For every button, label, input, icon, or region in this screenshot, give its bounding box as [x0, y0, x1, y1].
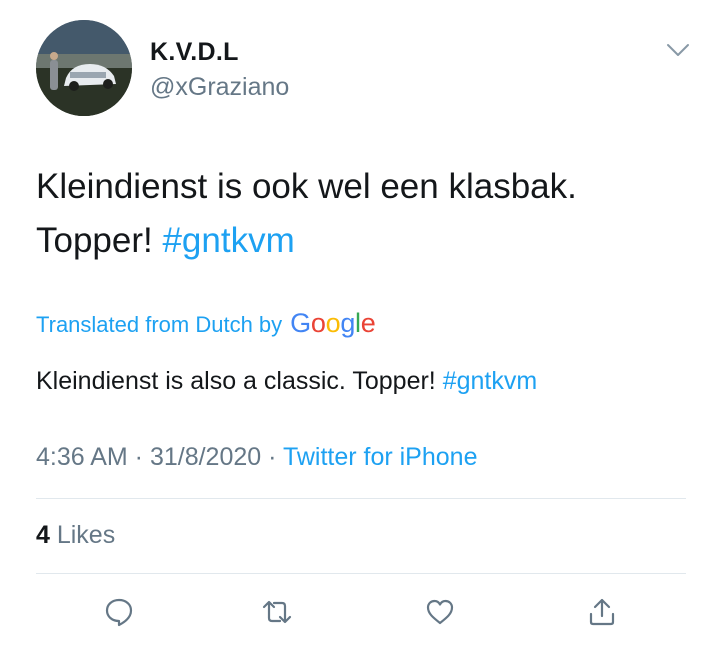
- comment-icon: [105, 598, 133, 627]
- google-logo: Google: [290, 308, 376, 338]
- translated-text-prefix: Kleindienst is also a classic. Topper!: [36, 367, 443, 395]
- likes-number: 4: [36, 521, 50, 549]
- meta-separator: ·: [127, 443, 150, 471]
- like-button[interactable]: [424, 596, 456, 628]
- avatar-photo: [36, 20, 132, 116]
- reply-button[interactable]: [103, 596, 135, 628]
- tweet-meta: 4:36 AM · 31/8/2020 · Twitter for iPhone: [36, 443, 477, 472]
- tweet-text: Kleindienst is ook wel een klasbak. Topp…: [36, 160, 686, 268]
- likes-count[interactable]: 4 Likes: [36, 521, 115, 550]
- meta-separator: ·: [261, 443, 283, 471]
- chevron-down-icon[interactable]: [666, 42, 690, 58]
- hashtag-link[interactable]: #gntkvm: [443, 367, 537, 395]
- share-icon: [589, 598, 615, 626]
- heart-icon: [426, 599, 454, 625]
- tweet-text-prefix: Topper!: [36, 221, 163, 260]
- translation-label[interactable]: Translated from Dutch by Google: [36, 308, 376, 339]
- tweet-source-link[interactable]: Twitter for iPhone: [283, 443, 478, 471]
- user-handle[interactable]: @xGraziano: [150, 73, 289, 102]
- hashtag-link[interactable]: #gntkvm: [162, 221, 294, 260]
- tweet-text-line: Topper! #gntkvm: [36, 214, 686, 268]
- likes-label: Likes: [49, 521, 116, 549]
- tweet-time[interactable]: 4:36 AM: [36, 443, 128, 471]
- translation-label-text: Translated from Dutch by: [36, 312, 283, 337]
- divider: [36, 498, 686, 499]
- avatar[interactable]: [36, 20, 132, 116]
- divider: [36, 573, 686, 574]
- translated-text: Kleindienst is also a classic. Topper! #…: [36, 367, 537, 396]
- retweet-button[interactable]: [261, 596, 293, 628]
- retweet-icon: [262, 600, 292, 624]
- display-name[interactable]: K.V.D.L: [150, 38, 239, 67]
- tweet-date[interactable]: 31/8/2020: [150, 443, 261, 471]
- tweet-text-line: Kleindienst is ook wel een klasbak.: [36, 167, 577, 206]
- share-button[interactable]: [586, 596, 618, 628]
